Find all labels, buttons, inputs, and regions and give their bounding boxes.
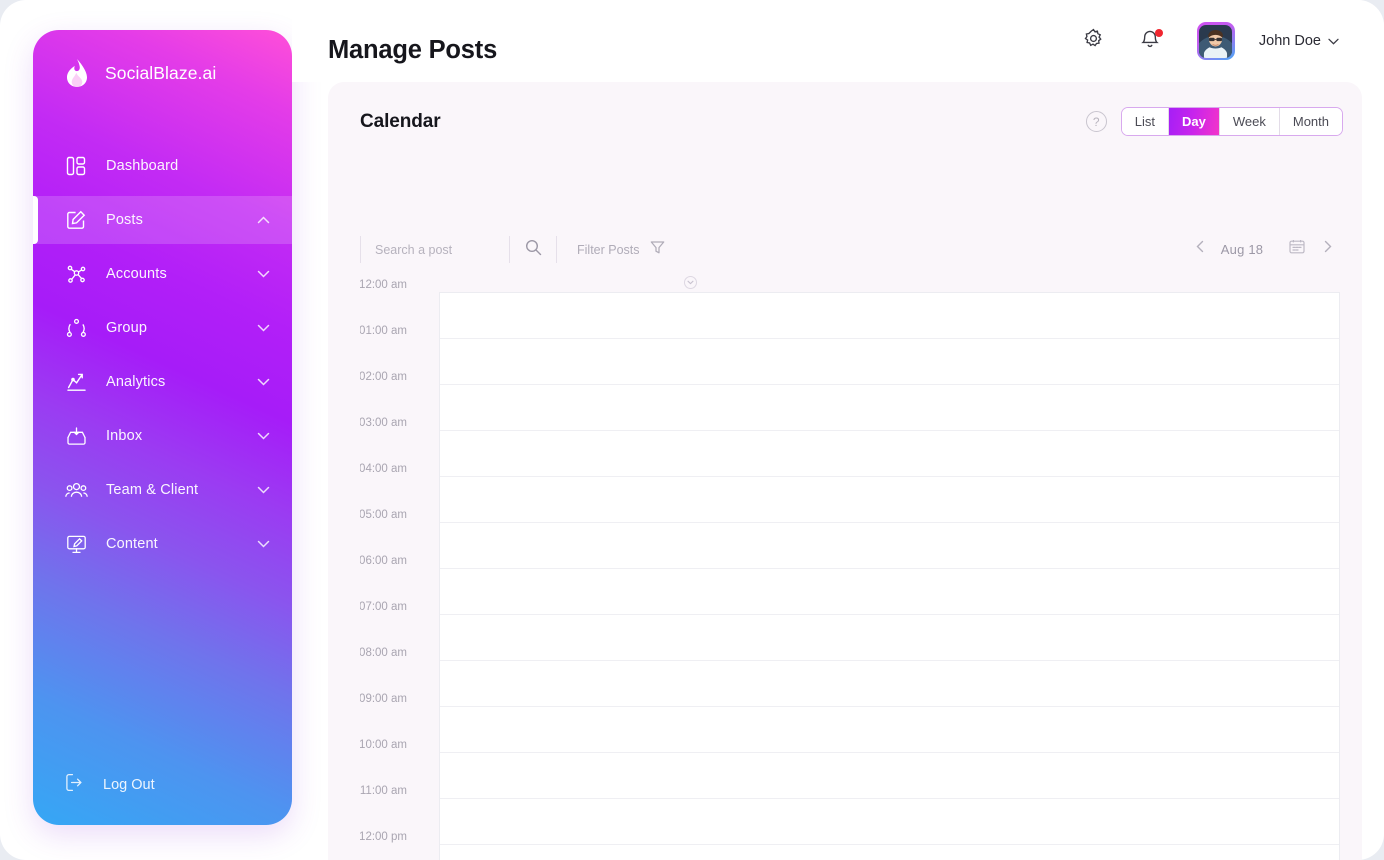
sidebar-item-label: Team & Client	[106, 482, 199, 498]
page-title: Manage Posts	[328, 36, 498, 64]
calendar-view-controls: ? List Day Week Month	[1085, 107, 1343, 136]
monitor-edit-icon	[64, 532, 88, 556]
sidebar-item-content[interactable]: Content	[33, 520, 292, 568]
sidebar-item-posts[interactable]: Posts	[33, 196, 292, 244]
user-menu[interactable]: John Doe	[1259, 33, 1339, 49]
question-mark-icon[interactable]: ?	[1085, 111, 1107, 132]
sidebar: SocialBlaze.ai Dashboard Posts Accounts …	[33, 30, 292, 825]
chart-line-icon	[64, 370, 88, 394]
time-slot[interactable]	[440, 661, 1339, 707]
avatar[interactable]	[1196, 22, 1235, 60]
edit-square-icon	[64, 208, 88, 232]
view-button-week[interactable]: Week	[1219, 108, 1280, 135]
calendar-title: Calendar	[360, 111, 441, 132]
sidebar-item-label: Group	[106, 320, 148, 336]
settings-button[interactable]	[1077, 24, 1111, 58]
sidebar-item-group[interactable]: Group	[33, 304, 292, 352]
notifications-button[interactable]	[1133, 24, 1167, 58]
logout-icon	[64, 772, 85, 798]
sidebar-nav: Dashboard Posts Accounts Group Analytics…	[33, 142, 292, 568]
group-circle-icon	[64, 316, 88, 340]
time-slot[interactable]	[440, 707, 1339, 753]
chevron-down-icon[interactable]	[257, 432, 270, 440]
circle-chevron-down-icon[interactable]	[684, 276, 697, 289]
sidebar-item-label: Posts	[106, 212, 144, 228]
people-group-icon	[64, 478, 88, 502]
time-slot[interactable]	[440, 477, 1339, 523]
sidebar-item-label: Analytics	[106, 374, 166, 390]
time-axis: 12:00 am 01:00 am 02:00 am 03:00 am 04:00 am…	[360, 279, 407, 860]
logout-label: Log Out	[103, 777, 155, 793]
user-avatar	[1199, 24, 1233, 58]
logout-button[interactable]: Log Out	[33, 761, 292, 809]
chevron-down-icon	[1328, 33, 1339, 49]
sidebar-item-label: Dashboard	[106, 158, 179, 174]
notification-dot	[1154, 29, 1163, 37]
time-slot[interactable]	[440, 523, 1339, 569]
calendar-scroll-area[interactable]: 12:00 am 01:00 am 02:00 am 03:00 am 04:00 am…	[360, 210, 1362, 860]
view-switch: List Day Week Month	[1120, 107, 1343, 136]
view-button-list[interactable]: List	[1121, 108, 1169, 135]
sidebar-item-label: Content	[106, 536, 158, 552]
dashboard-icon	[64, 154, 88, 178]
top-bar: Manage Posts John Doe	[292, 0, 1384, 82]
sidebar-item-analytics[interactable]: Analytics	[33, 358, 292, 406]
day-column[interactable]	[439, 292, 1340, 860]
time-slot[interactable]	[440, 799, 1339, 845]
brand-logo[interactable]: SocialBlaze.ai	[33, 30, 292, 116]
time-slot[interactable]	[440, 339, 1339, 385]
calendar-card: Calendar ? List Day Week Month Search a …	[328, 82, 1362, 860]
time-slot[interactable]	[440, 431, 1339, 477]
chevron-down-icon[interactable]	[257, 270, 270, 278]
inbox-download-icon	[64, 424, 88, 448]
brand-name: SocialBlaze.ai	[105, 62, 217, 83]
sidebar-item-label: Accounts	[106, 266, 167, 282]
view-button-day[interactable]: Day	[1169, 108, 1220, 135]
sidebar-item-label: Inbox	[106, 428, 143, 444]
sidebar-item-dashboard[interactable]: Dashboard	[33, 142, 292, 190]
time-slot[interactable]	[440, 753, 1339, 799]
sidebar-item-accounts[interactable]: Accounts	[33, 250, 292, 298]
time-slot[interactable]	[440, 615, 1339, 661]
chevron-down-icon[interactable]	[257, 378, 270, 386]
chevron-up-icon[interactable]	[257, 216, 270, 224]
time-slot[interactable]	[440, 569, 1339, 615]
network-nodes-icon	[64, 262, 88, 286]
sidebar-item-inbox[interactable]: Inbox	[33, 412, 292, 460]
top-bar-actions: John Doe	[1077, 0, 1339, 82]
chevron-down-icon[interactable]	[257, 540, 270, 548]
time-slot[interactable]	[440, 845, 1339, 860]
time-label: 12:00 pm	[360, 831, 407, 843]
view-button-month[interactable]: Month	[1279, 108, 1342, 135]
flame-icon	[64, 58, 90, 88]
user-name-label: John Doe	[1258, 33, 1321, 49]
time-slot[interactable]	[440, 293, 1339, 339]
calendar-time-grid: 12:00 am 01:00 am 02:00 am 03:00 am 04:00 am…	[360, 210, 1362, 860]
chevron-down-icon[interactable]	[257, 324, 270, 332]
sidebar-item-team-client[interactable]: Team & Client	[33, 466, 292, 514]
gear-icon	[1083, 28, 1104, 54]
chevron-down-icon[interactable]	[257, 486, 270, 494]
app-window: SocialBlaze.ai Dashboard Posts Accounts …	[0, 0, 1384, 860]
time-slot[interactable]	[440, 385, 1339, 431]
